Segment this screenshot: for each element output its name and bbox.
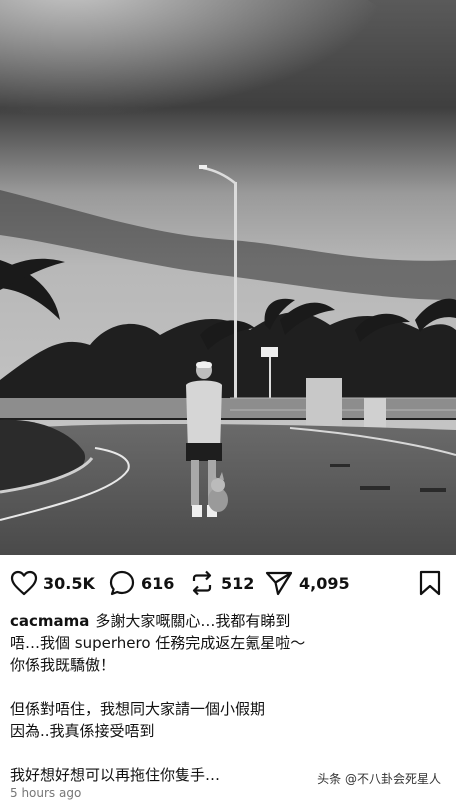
share-count: 4,095 — [299, 573, 350, 593]
caption-line: 你係我既驕傲！ — [10, 656, 116, 674]
caption-line: 但係對唔住，我想同大家請一個小假期 — [10, 700, 266, 718]
caption-line: 唔…我個 superhero 任務完成返左氪星啦～ — [10, 634, 306, 652]
caption-line: cacmama 多謝大家嘅關心…我都有睇到 — [10, 610, 446, 632]
heart-icon — [10, 570, 38, 596]
photo-scene — [0, 0, 456, 555]
repost-count: 512 — [221, 573, 255, 593]
post-time: 5 hours ago — [10, 786, 82, 800]
comment-icon — [109, 570, 135, 596]
like-count: 30.5K — [43, 573, 95, 593]
caption-line: 因為..我真係接受唔到 — [10, 722, 155, 740]
repost-icon — [192, 570, 212, 596]
share-button[interactable]: 4,095 — [264, 569, 350, 597]
comment-count: 616 — [141, 573, 175, 593]
username-link[interactable]: cacmama — [10, 612, 89, 630]
comment-button[interactable]: 616 — [108, 569, 174, 597]
like-button[interactable]: 30.5K — [10, 569, 95, 597]
send-icon — [265, 571, 293, 596]
post-photo[interactable] — [0, 0, 456, 555]
bookmark-icon — [419, 570, 441, 596]
caption-text: 多謝大家嘅關心…我都有睇到 — [95, 612, 291, 630]
post-caption: cacmama 多謝大家嘅關心…我都有睇到 唔…我個 superhero 任務完成… — [10, 610, 446, 786]
repost-button[interactable]: 512 — [188, 569, 254, 597]
save-button[interactable] — [418, 569, 442, 597]
action-bar: 30.5K 616 512 4,095 — [0, 555, 456, 611]
watermark: 头条 @不八卦会死星人 — [314, 769, 444, 788]
